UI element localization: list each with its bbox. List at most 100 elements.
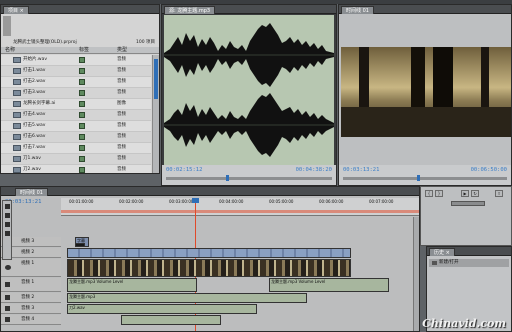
audio-file-icon <box>13 112 21 118</box>
list-item[interactable]: 刀1.wav 音频 <box>1 154 151 165</box>
razor-tool-icon[interactable] <box>5 213 10 218</box>
label-swatch <box>79 57 85 63</box>
mark-out-button[interactable]: } <box>435 190 443 197</box>
selection-tool-icon[interactable] <box>5 204 10 209</box>
project-panel: 项目 × 龙腾武士镜头整理(OLD).prproj 100 项目 名称 标签 类… <box>0 4 160 174</box>
item-type: 音频 <box>117 112 126 117</box>
tools-palette <box>2 200 12 260</box>
project-item-list: 开始片.wav 音频 打击1.wav 音频 打击2.wav 音频 打击3.wav 音频 … <box>1 55 159 173</box>
loop-button[interactable]: ↻ <box>471 190 479 197</box>
tab-history[interactable]: 历史 × <box>429 248 455 256</box>
speaker-icon[interactable] <box>5 282 10 287</box>
speaker-icon[interactable] <box>5 317 10 322</box>
audio-file-icon <box>13 145 21 151</box>
label-swatch <box>79 145 85 151</box>
history-item[interactable]: 新建/打开 <box>429 259 509 267</box>
item-name: 刀2.wav <box>23 167 41 172</box>
audio-file-icon <box>13 123 21 129</box>
column-type[interactable]: 类型 <box>117 47 127 53</box>
list-item[interactable]: 开始片.wav 音频 <box>1 55 151 66</box>
source-controls: 00:02:15:12 00:04:38:20 <box>162 165 336 185</box>
project-scrollbar[interactable] <box>152 55 159 173</box>
program-scrubber[interactable] <box>343 177 507 180</box>
source-monitor-panel: 源: 龙腾主题.mp3 00:02:15:12 00:04:38:20 <box>161 4 337 186</box>
tab-source[interactable]: 源: 龙腾主题.mp3 <box>164 6 216 14</box>
timeline-ruler[interactable]: 00:01:00:00 00:02:00:00 00:03:00:00 00:0… <box>61 198 419 216</box>
audio1-clip-b[interactable]: 龙腾主题.mp3 Volume Level <box>269 278 389 292</box>
list-item[interactable]: 打击1.wav 音频 <box>1 66 151 77</box>
history-item-icon <box>432 261 437 265</box>
eye-icon[interactable] <box>5 265 11 270</box>
play-program-button[interactable]: ▶ <box>461 190 469 197</box>
jog-wheel[interactable] <box>451 201 485 206</box>
timeline-vertical-scrollbar[interactable] <box>413 217 419 331</box>
list-item[interactable]: 打击3.wav 音频 <box>1 88 151 99</box>
zoom-tool-icon[interactable] <box>5 231 10 236</box>
mark-in-button[interactable]: { <box>425 190 433 197</box>
watermark: Chinavid.com <box>422 317 506 330</box>
item-name: 打击4.wav <box>23 112 46 117</box>
hand-tool-icon[interactable] <box>5 222 10 227</box>
video2-clips[interactable] <box>67 248 351 258</box>
list-item[interactable]: 打击5.wav 音频 <box>1 121 151 132</box>
item-type: 音频 <box>117 90 126 95</box>
title-clip-thumb[interactable] <box>75 243 85 247</box>
source-scrubber[interactable] <box>166 177 332 180</box>
track-name: 视频 2 <box>21 250 35 255</box>
item-name: 打击3.wav <box>23 90 46 95</box>
lift-button[interactable]: ⇪ <box>495 190 503 197</box>
tab-project[interactable]: 项目 × <box>3 6 29 14</box>
program-current-timecode[interactable]: 00:03:13:21 <box>343 167 379 173</box>
label-swatch <box>79 90 85 96</box>
speaker-icon[interactable] <box>5 306 10 311</box>
work-area-bar[interactable] <box>61 210 419 213</box>
program-playhead[interactable] <box>417 175 420 181</box>
ruler-mark: 00:05:00:00 <box>269 199 294 204</box>
label-swatch <box>79 134 85 140</box>
speaker-icon[interactable] <box>5 295 10 300</box>
project-preview-area <box>3 16 11 36</box>
audio3-clip[interactable]: 刀2.wav <box>67 304 257 314</box>
playhead-handle[interactable] <box>192 198 199 203</box>
list-item[interactable]: 龙腾长剑字幕.ai 图像 <box>1 99 151 110</box>
audio-file-icon <box>13 90 21 96</box>
list-item[interactable]: 打击2.wav 音频 <box>1 77 151 88</box>
track-name: 音频 2 <box>21 295 35 300</box>
source-duration-timecode: 00:04:38:20 <box>295 167 332 173</box>
list-item[interactable]: 刀2.wav 音频 <box>1 165 151 173</box>
track-name: 音频 1 <box>21 280 35 285</box>
audio2-clip[interactable]: 龙腾主题.mp3 <box>67 293 307 303</box>
tab-program[interactable]: 时间线 01 <box>341 6 374 14</box>
item-name: 开始片.wav <box>23 57 48 62</box>
label-swatch <box>79 68 85 74</box>
list-item[interactable]: 打击6.wav 音频 <box>1 132 151 143</box>
history-item-label: 新建/打开 <box>439 260 459 265</box>
track-header-audio4[interactable]: 音频 4 <box>1 315 61 325</box>
list-item[interactable]: 打击7.wav 音频 <box>1 143 151 154</box>
list-item[interactable]: 打击4.wav 音频 <box>1 110 151 121</box>
item-name: 打击5.wav <box>23 123 46 128</box>
item-type: 音频 <box>117 156 126 161</box>
column-name[interactable]: 名称 <box>5 47 15 53</box>
audio4-clip[interactable] <box>121 315 221 325</box>
video1-clips[interactable] <box>67 259 351 277</box>
track-header-audio2[interactable]: 音频 2 <box>1 293 61 303</box>
track-header-audio1[interactable]: 音频 1 <box>1 278 61 292</box>
column-label[interactable]: 标签 <box>79 47 89 53</box>
ruler-mark: 00:04:00:00 <box>219 199 244 204</box>
item-type: 音频 <box>117 79 126 84</box>
source-current-timecode[interactable]: 00:02:15:12 <box>166 167 202 173</box>
history-tabbar: 历史 × <box>427 247 511 256</box>
label-swatch <box>79 112 85 118</box>
item-name: 打击2.wav <box>23 79 46 84</box>
tab-timeline[interactable]: 时间线 01 <box>15 188 48 196</box>
label-swatch <box>79 123 85 129</box>
ruler-mark: 00:06:00:00 <box>319 199 344 204</box>
audio1-clip-a[interactable]: 龙腾主题.mp3 Volume Level <box>67 278 197 292</box>
item-type: 音频 <box>117 145 126 150</box>
track-header-audio3[interactable]: 音频 3 <box>1 304 61 314</box>
ruler-mark: 00:02:00:00 <box>119 199 144 204</box>
track-name: 视频 1 <box>21 261 35 266</box>
scrollbar-thumb[interactable] <box>154 59 158 99</box>
source-playhead[interactable] <box>226 175 229 181</box>
